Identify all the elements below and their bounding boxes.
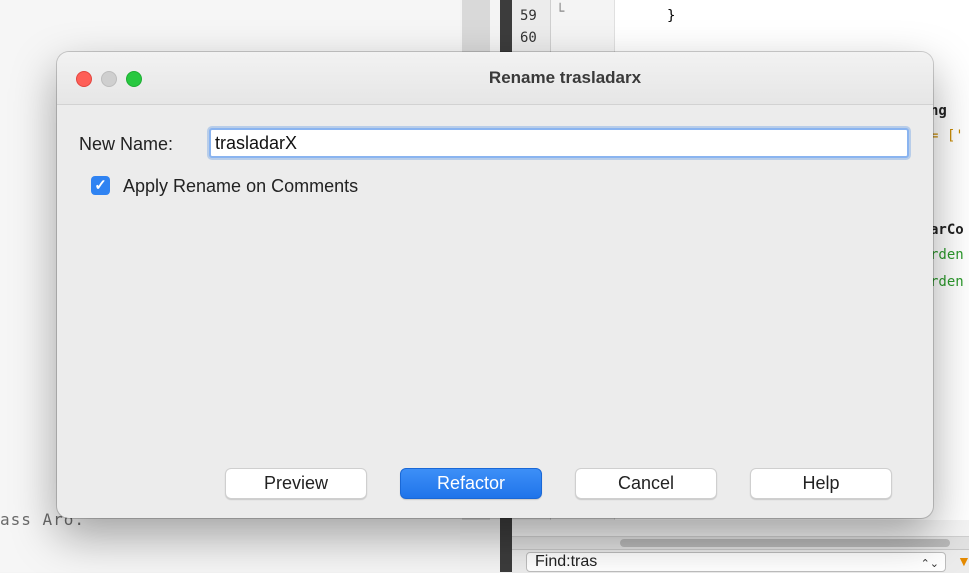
code-fragment: rden [930, 247, 964, 263]
fold-marker-icon[interactable]: └ [556, 4, 564, 20]
new-name-label: New Name: [79, 134, 174, 154]
code-fragment: = [' [930, 128, 964, 144]
help-button[interactable]: Help [750, 468, 892, 499]
dialog-title: Rename trasladarx [488, 68, 642, 87]
refactor-button[interactable]: Refactor [400, 468, 542, 499]
rename-dialog: Rename trasladarx New Name: ✓ Apply Rena… [57, 52, 933, 518]
horizontal-scrollbar[interactable] [512, 536, 969, 549]
code-fragment: arCo [930, 222, 964, 238]
scrollbar-thumb[interactable] [620, 539, 950, 547]
find-options-icon[interactable]: ▼ [957, 553, 969, 569]
find-input[interactable]: Find:tras ⌃⌄ [526, 552, 946, 572]
apply-rename-comments-checkbox[interactable]: ✓ [91, 176, 110, 195]
code-fragment: rden [930, 274, 964, 290]
dialog-titlebar[interactable]: Rename trasladarx [57, 52, 933, 105]
cancel-button[interactable]: Cancel [575, 468, 717, 499]
new-name-input[interactable] [209, 128, 909, 158]
find-input-value: Find:tras [535, 553, 598, 570]
line-number: 60 [520, 30, 537, 46]
code-line: } [667, 8, 676, 24]
find-bar: Find:tras ⌃⌄ ▼ [512, 549, 969, 573]
apply-rename-comments-label[interactable]: Apply Rename on Comments [123, 176, 358, 197]
preview-button[interactable]: Preview [225, 468, 367, 499]
updown-chevron-icon[interactable]: ⌃⌄ [921, 555, 939, 573]
line-number: 59 [520, 8, 537, 24]
